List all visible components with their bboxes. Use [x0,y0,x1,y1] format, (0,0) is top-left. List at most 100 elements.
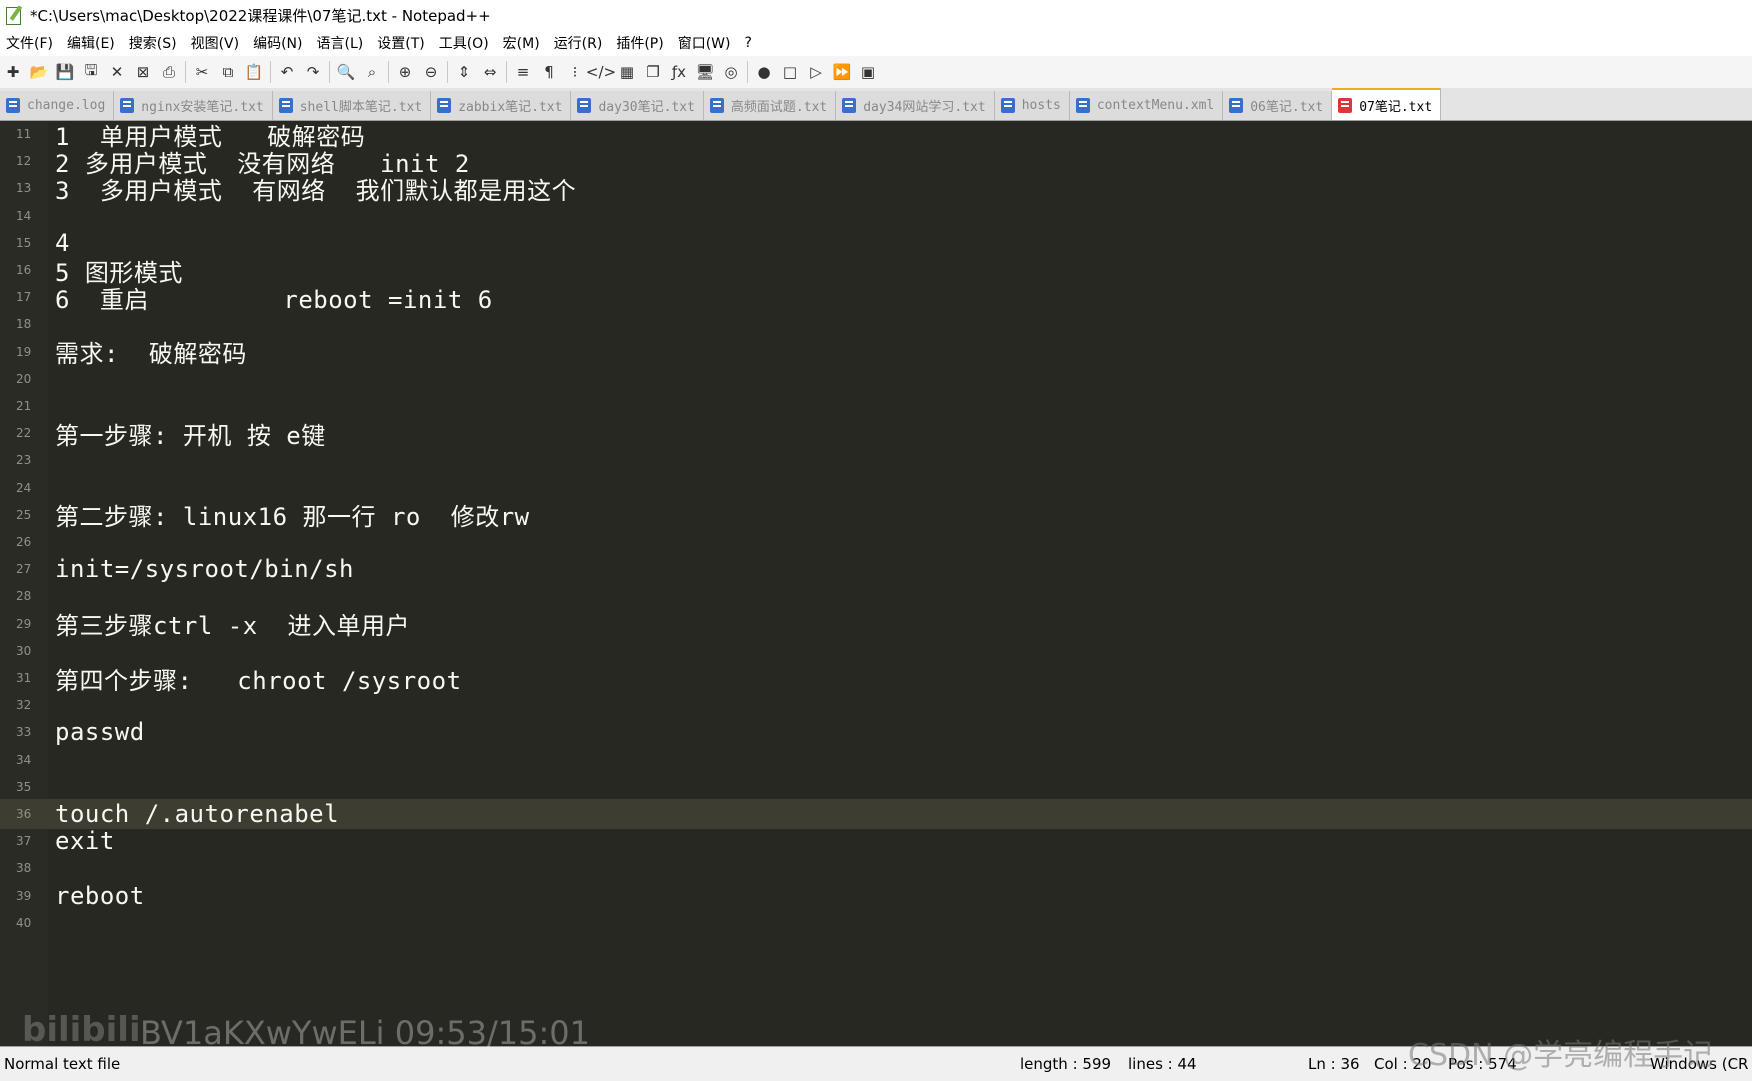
menu-item[interactable]: 编辑(E) [61,33,123,53]
menu-item[interactable]: ? [739,35,760,51]
tab-label: change.log [27,98,106,113]
stop-record-icon[interactable]: □ [780,62,800,82]
line-number: 21 [16,399,32,413]
show-all-chars-icon[interactable]: ¶ [539,62,559,82]
editor-line[interactable]: 31 第四个步骤: chroot /sysroot [0,663,1752,695]
editor-line[interactable]: 34 [0,745,1752,775]
editor-line[interactable]: 26 [0,527,1752,557]
editor-line[interactable]: 17 6 重启 reboot =init 6 [0,282,1752,314]
menu-item[interactable]: 设置(T) [371,33,432,53]
file-tab[interactable]: nginx安装笔记.txt [114,91,273,120]
sync-vertical-icon[interactable]: ⇕ [454,62,474,82]
editor-line[interactable]: 13 3 多用户模式 有网络 我们默认都是用这个 [0,173,1752,205]
toolbar-separator [329,61,330,83]
cut-icon[interactable]: ✂ [192,62,212,82]
menu-item[interactable]: 工具(O) [433,33,497,53]
run-macro-multiple-icon[interactable]: ⏩ [832,62,852,82]
editor-line[interactable]: 36 touch /.autorenabel [0,799,1752,829]
editor-area[interactable]: 11 1 单用户模式 破解密码 12 2 多用户模式 没有网络 init 2 13 3 多… [0,121,1752,1046]
file-tab[interactable]: 06笔记.txt [1223,91,1333,120]
editor-line[interactable]: 32 [0,690,1752,720]
editor-line[interactable]: 20 [0,364,1752,394]
replace-icon[interactable]: ⌕ [362,62,382,82]
indent-guide-icon[interactable]: ⁝ [565,62,585,82]
editor-line[interactable]: 27 init=/sysroot/bin/sh [0,554,1752,584]
editor-line[interactable]: 23 [0,445,1752,475]
close-icon[interactable]: ✕ [107,62,127,82]
function-list-icon[interactable]: ƒx [669,62,689,82]
notepad-plus-plus-icon [4,5,24,25]
editor-line[interactable]: 39 reboot [0,881,1752,911]
menu-item[interactable]: 搜索(S) [123,33,185,53]
doc-list-icon[interactable]: ❐ [643,62,663,82]
zoom-in-icon[interactable]: ⊕ [395,62,415,82]
file-tab[interactable]: zabbix笔记.txt [431,91,572,120]
line-number: 18 [16,317,32,332]
line-number: 20 [16,371,32,386]
print-icon[interactable]: ⎙ [159,62,179,82]
line-text: exit [55,827,115,856]
editor-line[interactable]: 38 [0,853,1752,883]
file-tab[interactable]: shell脚本笔记.txt [272,91,432,120]
file-tab[interactable]: change.log [0,91,115,120]
editor-line[interactable]: 29 第三步骤ctrl -x 进入单用户 [0,609,1752,640]
play-macro-icon[interactable]: ▷ [806,62,826,82]
editor-line[interactable]: 14 [0,201,1752,231]
menu-item[interactable]: 语言(L) [311,33,372,53]
file-tab[interactable]: 07笔记.txt [1332,88,1442,120]
menu-item[interactable]: 视图(V) [185,33,248,53]
title-bar: *C:\Users\mac\Desktop\2022课程课件\07笔记.txt … [0,0,1752,30]
editor-line[interactable]: 19 需求: 破解密码 [0,337,1752,368]
new-file-icon[interactable]: ✚ [3,62,23,82]
file-tab[interactable]: day34网站学习.txt [836,91,995,120]
line-number: 38 [16,861,32,876]
line-number: 17 [16,290,32,305]
editor-line[interactable]: 22 第一步骤: 开机 按 e键 [0,418,1752,450]
copy-icon[interactable]: ⧉ [218,62,238,82]
close-all-icon[interactable]: ⊠ [133,62,153,82]
line-number: 26 [16,535,32,549]
redo-icon[interactable]: ↷ [303,62,323,82]
line-number: 37 [16,834,32,849]
file-tab[interactable]: 高频面试题.txt [703,91,837,120]
editor-line[interactable]: 40 [0,908,1752,938]
xml-tag-icon[interactable]: </> [586,62,616,82]
word-wrap-icon[interactable]: ≡ [513,62,533,82]
menu-item[interactable]: 宏(M) [497,33,548,53]
tab-label: 07笔记.txt [1359,99,1433,115]
tab-label: day34网站学习.txt [863,100,986,115]
editor-line[interactable]: 37 exit [0,826,1752,856]
editor-line[interactable]: 15 4 [0,228,1752,258]
find-icon[interactable]: 🔍 [336,62,356,82]
menu-item[interactable]: 文件(F) [0,33,61,53]
menu-item[interactable]: 窗口(W) [672,33,739,53]
folder-workspace-icon[interactable]: ◎ [721,62,741,82]
editor-line[interactable]: 18 [0,309,1752,339]
tab-label: 06笔记.txt [1250,100,1324,115]
monitor-icon[interactable]: 🖥 [695,62,715,82]
menu-item[interactable]: 编码(N) [247,33,310,53]
sync-horizontal-icon[interactable]: ⇔ [480,62,500,82]
open-file-icon[interactable]: 📂 [29,62,49,82]
file-tab[interactable]: day30笔记.txt [571,91,704,120]
menu-item[interactable]: 运行(R) [548,33,611,53]
document-map-icon[interactable]: ▦ [617,62,637,82]
menu-item[interactable]: 插件(P) [610,33,671,53]
status-ln: Ln : 36 [1308,1055,1360,1073]
editor-line[interactable]: 35 [0,772,1752,802]
line-number: 39 [16,888,32,903]
save-macro-icon[interactable]: ▣ [858,62,878,82]
file-tab[interactable]: contextMenu.xml [1069,91,1224,120]
line-number: 34 [16,752,32,767]
zoom-out-icon[interactable]: ⊖ [421,62,441,82]
editor-line[interactable]: 33 passwd [0,717,1752,747]
file-tab[interactable]: hosts [994,91,1070,120]
save-all-icon[interactable]: 🖫 [81,61,101,82]
line-number: 23 [16,453,32,468]
save-icon[interactable]: 💾 [55,62,75,82]
undo-icon[interactable]: ↶ [277,62,297,82]
editor-line[interactable]: 25 第二步骤: linux16 那一行 ro 修改rw [0,500,1752,531]
paste-icon[interactable]: 📋 [244,62,264,82]
record-macro-icon[interactable]: ● [754,62,774,82]
line-number: 28 [16,589,32,604]
